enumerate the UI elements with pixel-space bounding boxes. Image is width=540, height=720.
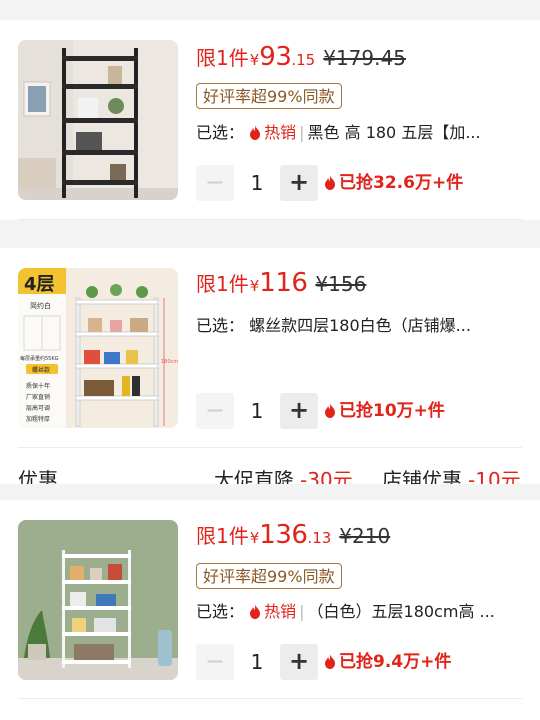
rating-badge: 好评率超99%同款	[196, 83, 342, 109]
decrease-quantity-button[interactable]: −	[196, 393, 234, 429]
sold-text: 已抢32.6万+件	[339, 173, 464, 193]
price-decimal: .15	[291, 51, 316, 69]
spec-selector[interactable]: 已选： 热销 | 黑色 高 180 五层【加...	[196, 121, 526, 145]
flame-icon	[250, 604, 261, 619]
product-image-white-shelf[interactable]: 4层 简约白 每层承重约55KG 螺丝款 质保十年 厂家直销 层高可调 加粗特厚	[18, 268, 178, 428]
quantity-stepper: − 1 +	[196, 644, 320, 680]
sold-count: 已抢32.6万+件	[324, 165, 463, 201]
price-integer: 136	[259, 520, 308, 550]
sold-text: 已抢9.4万+件	[339, 652, 452, 672]
sold-count: 已抢9.4万+件	[324, 644, 451, 680]
feature-1: 质保十年	[26, 382, 50, 390]
separator: |	[299, 602, 305, 621]
decrease-quantity-button[interactable]: −	[196, 644, 234, 680]
price-decimal: .13	[307, 529, 332, 547]
original-price: ¥179.45	[323, 46, 406, 70]
product-image-white-shelf-green-wall[interactable]	[18, 520, 178, 680]
flame-icon	[325, 175, 335, 190]
load-label: 每层承重约55KG	[20, 355, 59, 362]
feature-2: 厂家直销	[26, 393, 50, 401]
spec-prefix: 已选：	[196, 316, 245, 335]
original-price: ¥156	[315, 272, 367, 296]
promo-drop-amount: -30元	[300, 468, 353, 484]
divider	[18, 698, 522, 699]
quantity-value[interactable]: 1	[234, 644, 280, 680]
spec-text: 螺丝款四层180白色（店铺爆...	[249, 316, 471, 335]
increase-quantity-button[interactable]: +	[280, 644, 318, 680]
currency-symbol: ¥	[249, 277, 260, 295]
increase-quantity-button[interactable]: +	[280, 165, 318, 201]
spec-selector[interactable]: 已选： 热销 | （白色）五层180cm高 ...	[196, 600, 526, 624]
hot-sale-label: 热销	[264, 602, 297, 621]
height-label: 180cm	[161, 359, 178, 365]
limit-label: 限1件	[196, 272, 249, 296]
promo-shop-amount: -10元	[468, 468, 521, 484]
sold-count: 已抢10万+件	[324, 393, 445, 429]
quantity-stepper: − 1 +	[196, 165, 320, 201]
feature-3: 层高可调	[26, 404, 50, 412]
price-integer: 116	[259, 268, 308, 298]
divider	[18, 219, 522, 220]
increase-quantity-button[interactable]: +	[280, 393, 318, 429]
flame-icon	[325, 654, 335, 669]
feature-4: 加粗特厚	[26, 415, 50, 423]
currency-symbol: ¥	[249, 51, 260, 69]
quantity-value[interactable]: 1	[234, 393, 280, 429]
limit-label: 限1件	[196, 524, 249, 548]
price-line: 限1件¥116 ¥156	[196, 268, 366, 302]
rating-badge: 好评率超99%同款	[196, 563, 342, 589]
price-line: 限1件¥93.15 ¥179.45	[196, 42, 406, 76]
type-label: 螺丝款	[32, 366, 50, 374]
color-label: 简约白	[30, 301, 51, 310]
flame-icon	[250, 125, 261, 140]
decrease-quantity-button[interactable]: −	[196, 165, 234, 201]
cart-item-1: 限1件¥93.15 ¥179.45 好评率超99%同款 已选： 热销 | 黑色 高 1…	[0, 20, 540, 220]
price-line: 限1件¥136.13 ¥210	[196, 520, 390, 554]
divider	[18, 447, 522, 448]
price-integer: 93	[259, 42, 292, 72]
spec-selector[interactable]: 已选： 螺丝款四层180白色（店铺爆...	[196, 314, 526, 338]
original-price: ¥210	[339, 524, 391, 548]
currency-symbol: ¥	[249, 529, 260, 547]
spec-prefix: 已选：	[196, 602, 245, 621]
cart-item-2: 4层 简约白 每层承重约55KG 螺丝款 质保十年 厂家直销 层高可调 加粗特厚	[0, 248, 540, 484]
layers-label: 4层	[24, 274, 55, 295]
spec-text: 黑色 高 180 五层【加...	[307, 123, 481, 142]
sold-text: 已抢10万+件	[339, 401, 445, 421]
spec-prefix: 已选：	[196, 123, 245, 142]
promo-label: 优惠	[18, 468, 58, 484]
promo-row[interactable]: 优惠 大促直降 -30元 店铺优惠 -10元	[0, 468, 540, 484]
promo-shop-label: 店铺优惠	[382, 468, 462, 484]
cart-item-3: 限1件¥136.13 ¥210 好评率超99%同款 已选： 热销 | （白色）五层18…	[0, 500, 540, 720]
spec-text: （白色）五层180cm高 ...	[307, 602, 495, 621]
quantity-value[interactable]: 1	[234, 165, 280, 201]
promo-drop-label: 大促直降	[214, 468, 294, 484]
limit-label: 限1件	[196, 46, 249, 70]
flame-icon	[325, 403, 335, 418]
product-image-black-shelf[interactable]	[18, 40, 178, 200]
quantity-stepper: − 1 +	[196, 393, 320, 429]
hot-sale-label: 热销	[264, 123, 297, 142]
separator: |	[299, 123, 305, 142]
